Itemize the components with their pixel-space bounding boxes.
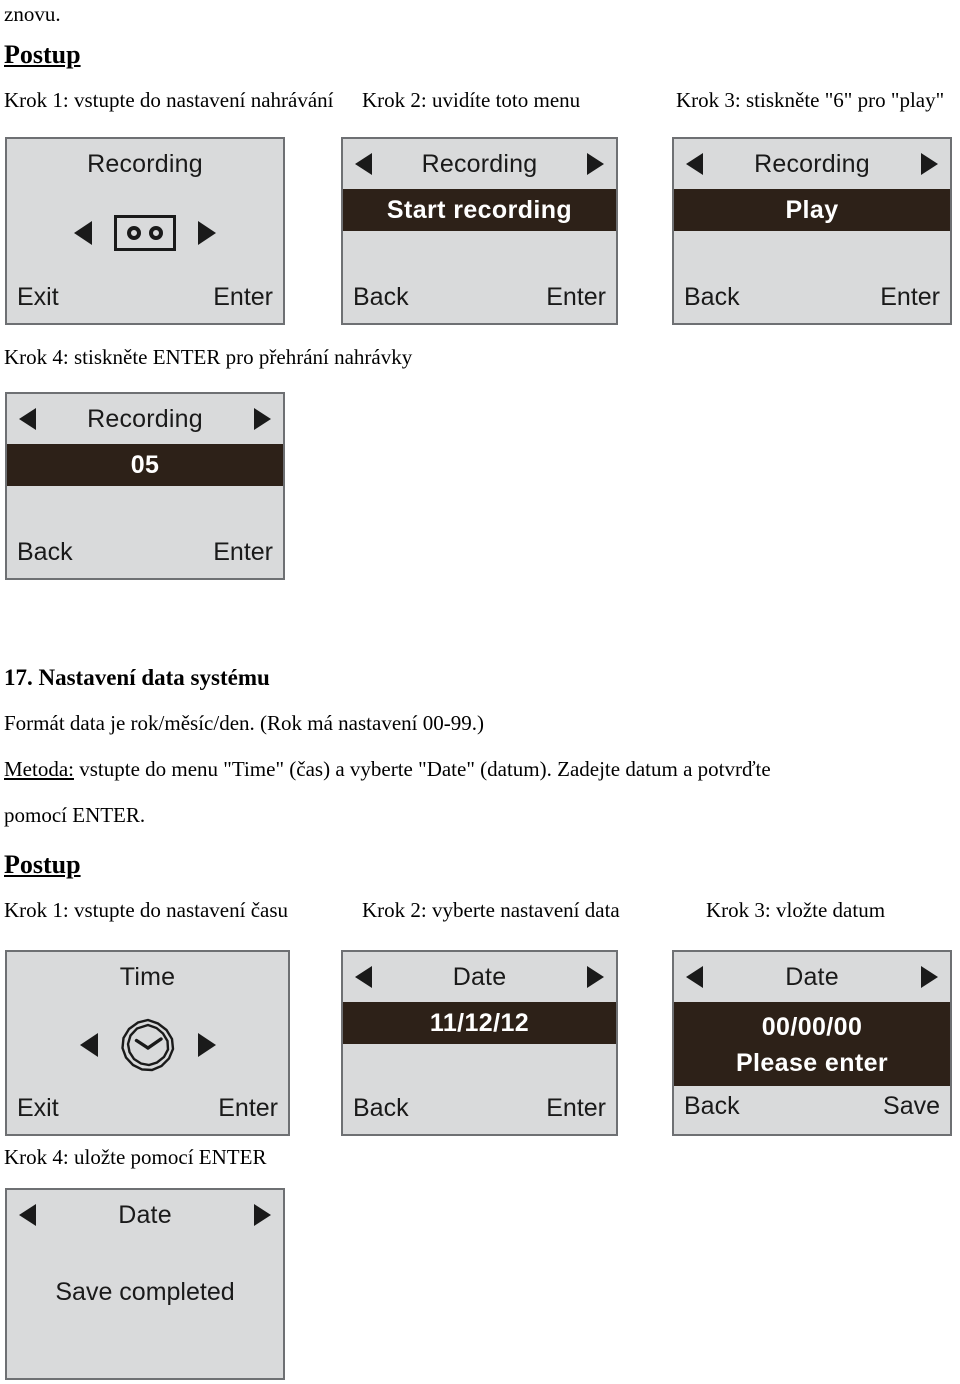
method-label: Metoda: xyxy=(4,757,74,781)
lcd-footer: Back Enter xyxy=(674,277,950,323)
softkey-left[interactable]: Back xyxy=(353,1094,409,1123)
left-arrow-icon[interactable] xyxy=(686,966,703,988)
softkey-right[interactable]: Enter xyxy=(880,283,940,312)
softkey-right[interactable]: Enter xyxy=(213,538,273,567)
lcd-icon-row xyxy=(7,189,283,277)
softkey-left[interactable]: Back xyxy=(684,1092,740,1121)
lcd-footer: Back Save xyxy=(674,1086,950,1132)
lcd-title: Date xyxy=(452,962,507,991)
step-caption-recording-3: Krok 3: stiskněte "6" pro "play" xyxy=(676,88,945,112)
lcd-header: Recording xyxy=(343,139,616,189)
lcd-title: Date xyxy=(785,962,839,991)
lcd-footer: Exit Enter xyxy=(7,277,283,323)
lcd-screen-date-entry: Date 00/00/00 Please enter Back Save xyxy=(672,950,952,1136)
date-prompt: Please enter xyxy=(735,1049,889,1077)
procedure-heading-date: Postup xyxy=(4,850,81,879)
lcd-title: Recording xyxy=(87,404,203,433)
step-caption-recording-4: Krok 4: stiskněte ENTER pro přehrání nah… xyxy=(4,345,413,369)
lcd-header: Recording xyxy=(7,139,283,189)
cassette-tape-icon xyxy=(114,215,176,251)
lcd-footer: Back Enter xyxy=(343,277,616,323)
lcd-header: Recording xyxy=(7,394,283,444)
date-value: 00/00/00 xyxy=(761,1012,863,1041)
left-arrow-icon[interactable] xyxy=(74,221,92,245)
left-arrow-icon[interactable] xyxy=(355,153,372,175)
lcd-title: Date xyxy=(118,1200,172,1229)
softkey-right[interactable]: Enter xyxy=(546,283,606,312)
left-arrow-icon[interactable] xyxy=(355,966,372,988)
lcd-footer: Exit Enter xyxy=(7,1088,288,1134)
right-arrow-icon[interactable] xyxy=(198,221,216,245)
softkey-left[interactable]: Back xyxy=(684,283,740,312)
left-arrow-icon[interactable] xyxy=(686,153,703,175)
clock-icon xyxy=(120,1017,176,1073)
lcd-body xyxy=(674,231,950,277)
lcd-highlighted-item[interactable]: 05 xyxy=(7,444,283,486)
lcd-header: Date xyxy=(343,952,616,1002)
right-arrow-icon[interactable] xyxy=(587,966,604,988)
lcd-highlighted-item[interactable]: 11/12/12 xyxy=(343,1002,616,1044)
softkey-left[interactable]: Back xyxy=(17,538,73,567)
lcd-screen-play: Recording Play Back Enter xyxy=(672,137,952,325)
right-arrow-icon[interactable] xyxy=(921,153,938,175)
lcd-screen-date-current: Date 11/12/12 Back Enter xyxy=(341,950,618,1136)
lcd-body xyxy=(7,486,283,532)
right-arrow-icon[interactable] xyxy=(254,1204,271,1226)
lcd-title: Recording xyxy=(421,149,538,178)
lcd-header: Date xyxy=(674,952,950,1002)
step-caption-recording-1: Krok 1: vstupte do nastavení nahrávání xyxy=(4,88,334,112)
cassette-reel-right-icon xyxy=(149,226,163,240)
lcd-footer: Back Enter xyxy=(7,532,283,578)
lcd-highlighted-item[interactable]: Play xyxy=(674,189,950,231)
method-line-continued: pomocí ENTER. xyxy=(4,803,146,827)
lcd-highlighted-block[interactable]: 00/00/00 Please enter xyxy=(674,1002,950,1086)
lcd-body xyxy=(343,1044,616,1088)
lcd-message: Save completed xyxy=(7,1240,283,1378)
softkey-left[interactable]: Exit xyxy=(17,1094,59,1123)
lcd-header: Date xyxy=(7,1190,283,1240)
lcd-header: Recording xyxy=(674,139,950,189)
lcd-screen-save-completed: Date Save completed xyxy=(5,1188,285,1380)
softkey-left[interactable]: Back xyxy=(353,283,409,312)
step-caption-date-1: Krok 1: vstupte do nastavení času xyxy=(4,898,289,922)
lcd-screen-start-recording: Recording Start recording Back Enter xyxy=(341,137,618,325)
lcd-screen-time-menu: Time Exit Enter xyxy=(5,950,290,1136)
method-text: vstupte do menu "Time" (čas) a vyberte "… xyxy=(73,757,771,781)
step-caption-date-2: Krok 2: vyberte nastavení data xyxy=(362,898,620,922)
lcd-screen-recording-menu: Recording Exit Enter xyxy=(5,137,285,325)
right-arrow-icon[interactable] xyxy=(921,966,938,988)
step-caption-date-3: Krok 3: vložte datum xyxy=(706,898,886,922)
right-arrow-icon[interactable] xyxy=(197,1033,216,1057)
softkey-right[interactable]: Enter xyxy=(546,1094,606,1123)
softkey-right[interactable]: Enter xyxy=(213,283,273,312)
softkey-right[interactable]: Enter xyxy=(218,1094,278,1123)
left-arrow-icon[interactable] xyxy=(19,1204,36,1226)
step-caption-recording-2: Krok 2: uvidíte toto menu xyxy=(362,88,581,112)
right-arrow-icon[interactable] xyxy=(587,153,604,175)
lcd-title: Recording xyxy=(754,149,870,178)
right-arrow-icon[interactable] xyxy=(254,408,271,430)
softkey-right[interactable]: Save xyxy=(883,1092,940,1121)
step-caption-date-4: Krok 4: uložte pomocí ENTER xyxy=(4,1145,267,1169)
softkey-left[interactable]: Exit xyxy=(17,283,59,312)
lcd-footer: Back Enter xyxy=(343,1088,616,1134)
lcd-screen-recording-index: Recording 05 Back Enter xyxy=(5,392,285,580)
cassette-reel-left-icon xyxy=(127,226,141,240)
continuation-text: znovu. xyxy=(4,2,61,26)
section-title-17: 17. Nastavení data systému xyxy=(4,665,270,690)
procedure-heading-recording: Postup xyxy=(4,40,81,69)
lcd-icon-row xyxy=(7,1002,288,1088)
method-line: Metoda: vstupte do menu "Time" (čas) a v… xyxy=(4,757,771,782)
lcd-body xyxy=(343,231,616,277)
lcd-header: Time xyxy=(7,952,288,1002)
lcd-title: Time xyxy=(119,962,176,991)
left-arrow-icon[interactable] xyxy=(79,1033,98,1057)
date-format-line: Formát data je rok/měsíc/den. (Rok má na… xyxy=(4,711,484,735)
left-arrow-icon[interactable] xyxy=(19,408,36,430)
lcd-title: Recording xyxy=(87,149,203,178)
lcd-highlighted-item[interactable]: Start recording xyxy=(343,189,616,231)
